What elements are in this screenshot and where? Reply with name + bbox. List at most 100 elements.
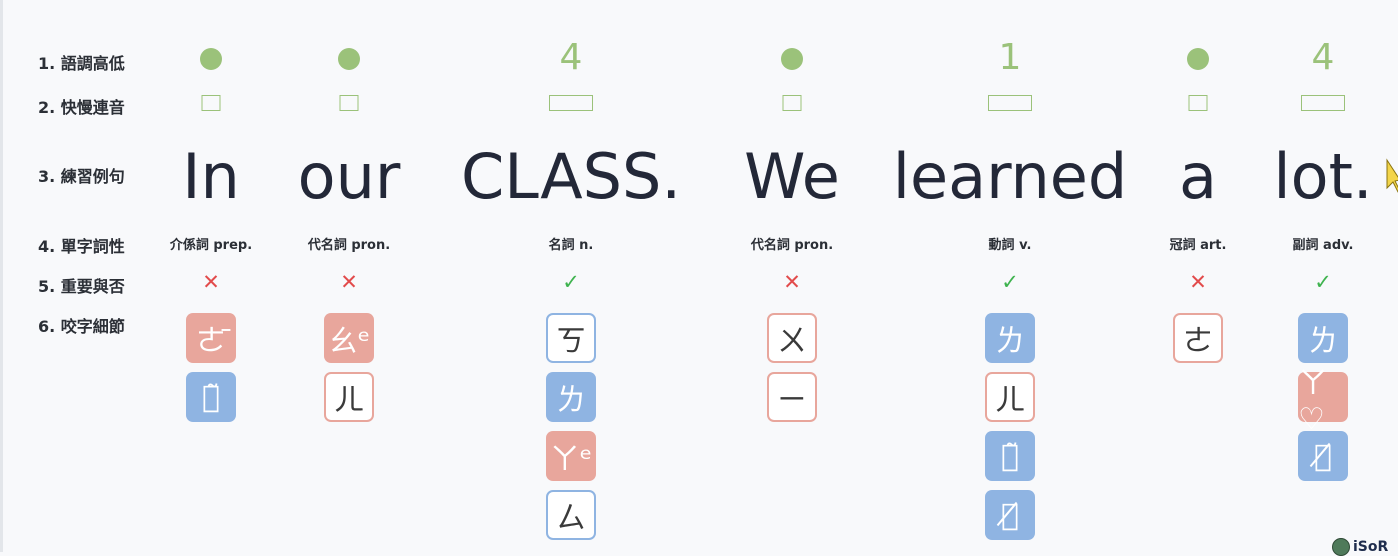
phonetic-tile[interactable]: ㄠᵉ	[324, 313, 374, 363]
tone-dot-icon	[338, 48, 360, 70]
tone-number-content: 1	[998, 37, 1022, 78]
tone-number: 4	[560, 40, 583, 76]
sentence-word-content: We	[744, 140, 840, 213]
tone-dot	[1187, 48, 1209, 70]
phonetic-tile[interactable]: ㄋ̃	[186, 372, 236, 422]
row-label-pos: 4. 單字詞性	[38, 237, 125, 256]
row-label-articulation: 6. 咬字細節	[38, 317, 125, 336]
pos-label: 名詞 n.	[549, 234, 594, 253]
pos-label-content: 副詞 adv.	[1292, 238, 1354, 253]
phonetic-stack: ㄎㄌㄚᵉ ㄙ	[546, 313, 596, 549]
phonetic-tile[interactable]: ㄧ	[767, 372, 817, 422]
speed-box	[782, 95, 802, 111]
pos-label-content: 代名詞 pron.	[750, 238, 834, 253]
sentence-word: a	[1179, 146, 1217, 208]
tone-dot-icon	[781, 48, 803, 70]
sentence-word: CLASS.	[461, 146, 681, 208]
check-icon: ✓	[1314, 272, 1332, 293]
phonetic-tile[interactable]: ㄦ	[985, 372, 1035, 422]
pos-label: 介係詞 prep.	[170, 234, 252, 253]
frame-edge	[0, 0, 3, 552]
cross-icon-content: ✕	[202, 271, 220, 294]
phonetic-stack: ㄌㄦㄋ̃ ㄉ̸	[985, 313, 1035, 549]
cross-icon-content: ✕	[1189, 271, 1207, 294]
phonetic-tile[interactable]: ㄌ	[1298, 313, 1348, 363]
phonetic-tile[interactable]: ㄉ̸	[985, 490, 1035, 540]
globe-icon	[1332, 538, 1350, 556]
phonetic-tile[interactable]: ㄜ̄	[186, 313, 236, 363]
sentence-word-content: In	[182, 140, 240, 213]
phonetic-tile[interactable]: ㄎ	[546, 313, 596, 363]
speed-box-content	[201, 95, 221, 111]
sentence-word-content: lot.	[1273, 140, 1373, 213]
sentence-word: lot.	[1273, 146, 1372, 208]
check-icon-content: ✓	[1314, 271, 1332, 294]
sentence-word: our	[298, 146, 401, 208]
cross-icon: ✕	[340, 272, 358, 293]
pos-label: 代名詞 pron.	[751, 234, 833, 253]
speed-box	[988, 95, 1032, 111]
sentence-word: learned	[893, 146, 1128, 208]
pos-label-content: 動詞 v.	[988, 238, 1032, 253]
pos-label: 動詞 v.	[989, 234, 1032, 253]
sentence-word: We	[744, 146, 840, 208]
tone-number: 4	[1312, 40, 1335, 76]
phonetic-tile[interactable]: ㄚᵉ	[546, 431, 596, 481]
speed-box	[339, 95, 359, 111]
speed-box-content	[782, 95, 802, 111]
phonetic-tile[interactable]: ㄙ	[546, 490, 596, 540]
check-icon-content: ✓	[1001, 271, 1019, 294]
phonetic-stack: ㄠᵉ ㄦ	[324, 313, 374, 431]
check-icon-content: ✓	[562, 271, 580, 294]
cross-icon: ✕	[1189, 272, 1207, 293]
phonetic-tile[interactable]: ㄋ̃	[985, 431, 1035, 481]
row-label-speed: 2. 快慢連音	[38, 98, 125, 117]
cross-icon: ✕	[202, 272, 220, 293]
sentence-word: In	[182, 146, 240, 208]
pos-label-content: 介係詞 prep.	[169, 238, 253, 253]
pos-label-content: 名詞 n.	[548, 238, 594, 253]
cross-icon-content: ✕	[783, 271, 801, 294]
phonetic-tile[interactable]: ㄜ	[1173, 313, 1223, 363]
mouse-cursor-icon	[1386, 158, 1398, 193]
pos-label-content: 代名詞 pron.	[307, 238, 391, 253]
speed-box	[549, 95, 593, 111]
phonetic-tile[interactable]: ㄚ♡	[1298, 366, 1348, 437]
tone-number-content: 4	[559, 37, 583, 78]
sentence-word-content: our	[297, 140, 401, 213]
phonetic-tile[interactable]: ㄨ	[767, 313, 817, 363]
phonetic-stack: ㄨㄧ	[767, 313, 817, 431]
row-label-tone: 1. 語調高低	[38, 54, 125, 73]
phonetic-tile[interactable]: ㄦ	[324, 372, 374, 422]
tone-dot-icon	[1187, 48, 1209, 70]
tone-dot-icon	[200, 48, 222, 70]
speed-box-content	[1188, 95, 1208, 111]
pos-label-content: 冠詞 art.	[1169, 238, 1227, 253]
sentence-word-content: CLASS.	[460, 140, 682, 213]
tone-dot	[781, 48, 803, 70]
check-icon: ✓	[1001, 272, 1019, 293]
tone-dot	[338, 48, 360, 70]
speed-box-content	[988, 95, 1032, 111]
cross-icon: ✕	[783, 272, 801, 293]
sentence-word-content: learned	[892, 140, 1128, 213]
phonetic-tile[interactable]: ㄌ	[985, 313, 1035, 363]
speed-box	[1301, 95, 1345, 111]
pos-label: 副詞 adv.	[1293, 234, 1354, 253]
speed-box	[201, 95, 221, 111]
pos-label: 代名詞 pron.	[308, 234, 390, 253]
speed-box-content	[339, 95, 359, 111]
speed-box-content	[1301, 95, 1345, 111]
tone-dot	[200, 48, 222, 70]
cross-icon-content: ✕	[340, 271, 358, 294]
phonetic-tile[interactable]: ㄊ̸	[1298, 431, 1348, 481]
sentence-word-content: a	[1179, 140, 1217, 213]
check-icon: ✓	[562, 272, 580, 293]
brand-logo: iSoR	[1332, 538, 1388, 556]
tone-number: 1	[999, 40, 1022, 76]
pos-label: 冠詞 art.	[1170, 234, 1227, 253]
phonetic-tile[interactable]: ㄌ	[546, 372, 596, 422]
phonetic-stack: ㄜ	[1173, 313, 1223, 372]
row-label-importance: 5. 重要與否	[38, 277, 125, 296]
speed-box-content	[549, 95, 593, 111]
